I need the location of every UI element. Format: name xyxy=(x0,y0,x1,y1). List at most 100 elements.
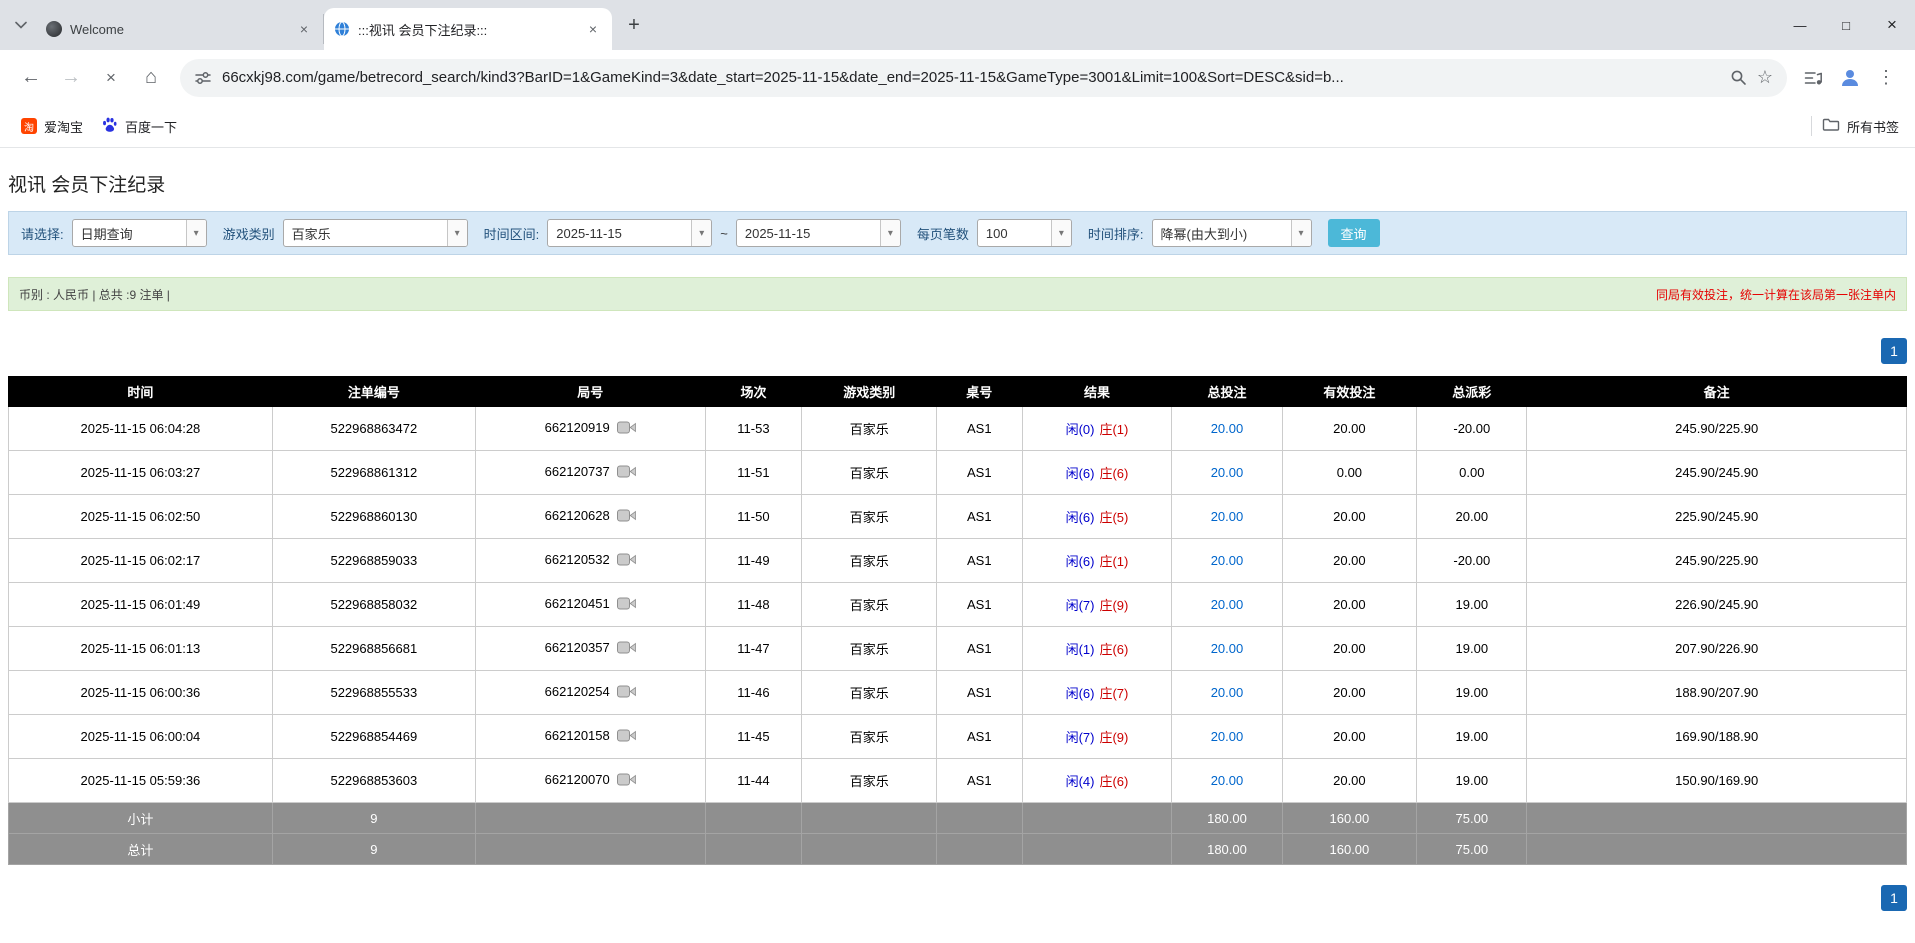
total-bet-link[interactable]: 20.00 xyxy=(1211,597,1244,612)
cell-result: 闲(7)庄(9) xyxy=(1022,583,1172,627)
bookmark-baidu[interactable]: 百度一下 xyxy=(92,111,186,141)
cell-result: 闲(6)庄(5) xyxy=(1022,495,1172,539)
folder-icon xyxy=(1822,117,1840,135)
cell-round: 662120357 xyxy=(475,627,705,671)
game-type-label: 游戏类别 xyxy=(223,224,275,243)
video-icon[interactable] xyxy=(617,464,636,481)
sum-empty xyxy=(475,803,705,834)
chevron-down-icon[interactable]: ▾ xyxy=(186,220,206,246)
date-start-select[interactable]: 2025-11-15 ▾ xyxy=(547,219,712,247)
round-number: 662120532 xyxy=(545,552,610,567)
browser-toolbar: ← → × ⌂ 66cxkj98.com/game/betrecord_sear… xyxy=(0,50,1915,105)
cell-total-bet: 20.00 xyxy=(1172,583,1282,627)
new-tab-button[interactable]: + xyxy=(620,11,648,39)
column-header: 总派彩 xyxy=(1417,377,1527,407)
per-page-select[interactable]: 100 ▾ xyxy=(977,219,1072,247)
browser-window: Welcome × :::视讯 会员下注纪录::: × + — □ × ← → … xyxy=(0,0,1915,148)
video-icon[interactable] xyxy=(617,684,636,701)
cell-remark: 225.90/245.90 xyxy=(1527,495,1907,539)
result-player: 闲(6) xyxy=(1066,510,1095,525)
video-icon[interactable] xyxy=(617,552,636,569)
close-button[interactable]: × xyxy=(1869,0,1915,50)
date-end-select[interactable]: 2025-11-15 ▾ xyxy=(736,219,901,247)
total-bet-link[interactable]: 20.00 xyxy=(1211,685,1244,700)
cell-remark: 188.90/207.90 xyxy=(1527,671,1907,715)
total-bet-link[interactable]: 20.00 xyxy=(1211,553,1244,568)
forward-button[interactable]: → xyxy=(52,59,90,97)
cell-bet-id: 522968854469 xyxy=(272,715,475,759)
bookmark-taobao[interactable]: 淘 爱淘宝 xyxy=(12,112,92,141)
total-row: 总计9180.00160.0075.00 xyxy=(9,834,1907,865)
cell-table-no: AS1 xyxy=(937,451,1022,495)
sum-empty xyxy=(475,834,705,865)
video-icon[interactable] xyxy=(617,420,636,437)
total-bet-link[interactable]: 20.00 xyxy=(1211,641,1244,656)
video-icon[interactable] xyxy=(617,596,636,613)
chevron-down-icon[interactable]: ▾ xyxy=(1291,220,1311,246)
cell-round: 662120628 xyxy=(475,495,705,539)
video-icon[interactable] xyxy=(617,728,636,745)
cell-round: 662120532 xyxy=(475,539,705,583)
table-row: 2025-11-15 06:00:36522968855533662120254… xyxy=(9,671,1907,715)
chevron-down-icon[interactable]: ▾ xyxy=(447,220,467,246)
total-bet-link[interactable]: 20.00 xyxy=(1211,509,1244,524)
cell-table-no: AS1 xyxy=(937,671,1022,715)
home-button[interactable]: ⌂ xyxy=(132,59,170,97)
cell-time: 2025-11-15 06:01:13 xyxy=(9,627,273,671)
cell-round: 662120919 xyxy=(475,407,705,451)
tab-bar: Welcome × :::视讯 会员下注纪录::: × + — □ × xyxy=(0,0,1915,50)
tab-betrecord[interactable]: :::视讯 会员下注纪录::: × xyxy=(324,8,612,50)
video-icon[interactable] xyxy=(617,508,636,525)
cell-remark: 245.90/245.90 xyxy=(1527,451,1907,495)
all-bookmarks-label: 所有书签 xyxy=(1847,117,1899,136)
minimize-button[interactable]: — xyxy=(1777,0,1823,50)
maximize-button[interactable]: □ xyxy=(1823,0,1869,50)
search-button[interactable]: 查询 xyxy=(1328,219,1380,247)
total-bet-link[interactable]: 20.00 xyxy=(1211,773,1244,788)
tab-close-icon[interactable]: × xyxy=(584,20,602,38)
tab-close-icon[interactable]: × xyxy=(295,20,313,38)
zoom-icon[interactable] xyxy=(1730,69,1747,86)
sum-empty xyxy=(937,834,1022,865)
query-type-value: 日期查询 xyxy=(73,224,186,243)
cell-bet-id: 522968855533 xyxy=(272,671,475,715)
total-bet-link[interactable]: 20.00 xyxy=(1211,729,1244,744)
bookmark-star-icon[interactable]: ☆ xyxy=(1757,67,1773,88)
profile-avatar[interactable] xyxy=(1833,61,1867,95)
cell-valid-bet: 20.00 xyxy=(1282,583,1417,627)
game-type-select[interactable]: 百家乐 ▾ xyxy=(283,219,468,247)
chevron-down-icon[interactable]: ▾ xyxy=(691,220,711,246)
page-content: 视讯 会员下注纪录 请选择: 日期查询 ▾ 游戏类别 百家乐 ▾ 时间区间: 2… xyxy=(0,148,1915,911)
media-controls-icon[interactable] xyxy=(1797,61,1831,95)
query-type-select[interactable]: 日期查询 ▾ xyxy=(72,219,207,247)
cell-game-type: 百家乐 xyxy=(802,715,937,759)
address-bar[interactable]: 66cxkj98.com/game/betrecord_search/kind3… xyxy=(180,59,1787,97)
cell-valid-bet: 20.00 xyxy=(1282,759,1417,803)
sort-select[interactable]: 降幂(由大到小) ▾ xyxy=(1152,219,1312,247)
back-button[interactable]: ← xyxy=(12,59,50,97)
page-number-button[interactable]: 1 xyxy=(1881,338,1907,364)
video-icon[interactable] xyxy=(617,772,636,789)
browser-menu-icon[interactable]: ⋮ xyxy=(1869,61,1903,95)
all-bookmarks-button[interactable]: 所有书签 xyxy=(1822,117,1903,136)
cell-payout: 19.00 xyxy=(1417,759,1527,803)
date-start-value: 2025-11-15 xyxy=(548,226,691,241)
video-icon[interactable] xyxy=(617,640,636,657)
cell-session: 11-53 xyxy=(705,407,802,451)
chevron-down-icon[interactable]: ▾ xyxy=(880,220,900,246)
cell-table-no: AS1 xyxy=(937,715,1022,759)
tab-welcome[interactable]: Welcome × xyxy=(36,14,324,44)
cell-total-bet: 20.00 xyxy=(1172,451,1282,495)
site-info-icon[interactable] xyxy=(194,69,212,87)
tab-search-button[interactable] xyxy=(6,10,36,40)
table-row: 2025-11-15 06:02:50522968860130662120628… xyxy=(9,495,1907,539)
chevron-down-icon[interactable]: ▾ xyxy=(1051,220,1071,246)
cell-round: 662120451 xyxy=(475,583,705,627)
stop-button[interactable]: × xyxy=(92,59,130,97)
sum-valid-bet: 160.00 xyxy=(1282,803,1417,834)
url-text[interactable]: 66cxkj98.com/game/betrecord_search/kind3… xyxy=(222,69,1720,86)
total-bet-link[interactable]: 20.00 xyxy=(1211,465,1244,480)
bookmark-label: 百度一下 xyxy=(125,117,177,136)
total-bet-link[interactable]: 20.00 xyxy=(1211,421,1244,436)
page-number-button[interactable]: 1 xyxy=(1881,885,1907,911)
